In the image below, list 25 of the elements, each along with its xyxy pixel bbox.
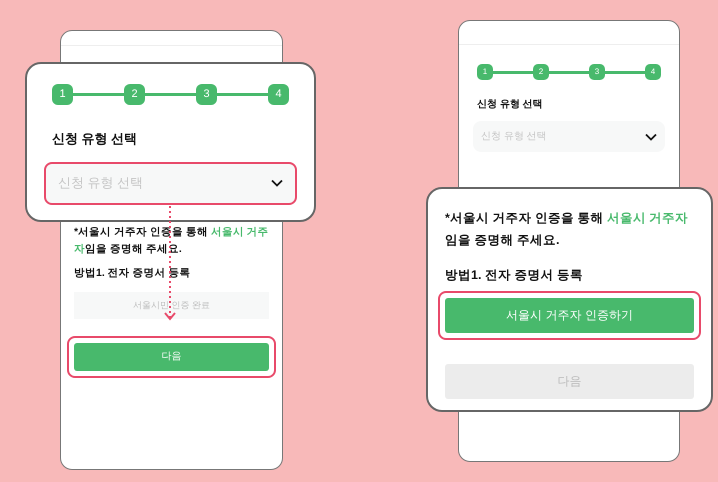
section-title: 신청 유형 선택 (52, 130, 138, 148)
notice-text: *서울시 거주자 인증을 통해 서울시 거주자 임을 증명해 주세요. (445, 210, 690, 249)
chevron-down-icon (271, 179, 283, 187)
step-connector (73, 93, 124, 96)
step-number: 4 (645, 64, 661, 80)
method-title: 방법1. 전자 증명서 등록 (74, 266, 192, 281)
step-connector (145, 93, 196, 96)
step-connector (217, 93, 268, 96)
method-title: 방법1. 전자 증명서 등록 (445, 267, 584, 284)
step-number: 1 (477, 64, 493, 80)
section-title: 신청 유형 선택 (477, 98, 544, 112)
notice-text: *서울시 거주자 인증을 통해 서울시 거주자임을 증명해 주세요. (74, 225, 269, 257)
step-connector (605, 70, 645, 74)
step-number: 3 (589, 64, 605, 80)
step-number: 3 (196, 84, 217, 105)
action-button[interactable]: 서울시 거주자 인증하기 (445, 298, 694, 333)
status-text: 서울시민 인증 완료 (132, 298, 210, 312)
chevron-down-icon (645, 132, 657, 140)
step-number: 4 (268, 84, 289, 105)
step-number: 1 (52, 84, 73, 105)
step-number: 2 (533, 64, 549, 80)
step-connector (549, 70, 589, 74)
action-button[interactable]: 다음 (74, 342, 269, 371)
step-connector (493, 70, 533, 74)
step-number: 2 (124, 84, 145, 105)
